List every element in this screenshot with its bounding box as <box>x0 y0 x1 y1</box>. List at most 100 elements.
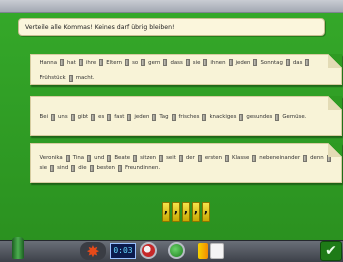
word: es <box>98 114 105 120</box>
comma-drop-slot[interactable] <box>171 113 176 121</box>
sentence-card-1: Hanna hat ihre Eltern so gern dass sie ihnen jede… <box>30 54 342 85</box>
word: uns <box>58 114 68 120</box>
comma-drop-slot[interactable] <box>252 154 257 162</box>
sentence-line: Veronika Tina und Beate sitzen seit der ersten K… <box>37 144 335 173</box>
comma-tile[interactable]: , <box>182 202 190 222</box>
comma-drop-slot[interactable] <box>178 154 183 162</box>
comma-drop-slot[interactable] <box>70 113 75 121</box>
word: jeden <box>134 114 150 120</box>
word: macht. <box>75 75 95 82</box>
word: gibt <box>77 114 89 120</box>
comma-drop-slot[interactable] <box>253 59 258 67</box>
comma-drop-slot[interactable] <box>141 59 146 67</box>
comma-tile[interactable]: , <box>162 202 170 222</box>
word: Bei <box>39 114 49 120</box>
comma-drop-slot[interactable] <box>305 59 310 67</box>
comma-drop-slot[interactable] <box>68 74 73 82</box>
comma-drop-slot[interactable] <box>185 59 190 67</box>
comma-drop-slot[interactable] <box>197 154 202 162</box>
comma-drop-slot[interactable] <box>203 59 208 67</box>
word: nebeneinander <box>259 155 301 161</box>
comma-drop-slot[interactable] <box>225 154 230 162</box>
instruction-text: Verteile alle Kommas! Keines darf übrig … <box>25 24 175 31</box>
comma-drop-slot[interactable] <box>99 59 104 67</box>
comma-drop-slot[interactable] <box>303 154 308 162</box>
comma-drop-slot[interactable] <box>275 113 280 121</box>
word: sie <box>39 165 48 171</box>
pencil-icon[interactable] <box>198 243 208 259</box>
comma-drop-slot[interactable] <box>125 59 130 67</box>
word: ersten <box>204 155 223 161</box>
word: der <box>185 155 195 161</box>
comma-drop-slot[interactable] <box>133 154 138 162</box>
comma-drop-slot[interactable] <box>71 164 76 172</box>
sentence-line: Hanna hat ihre Eltern so gern dass sie ihnen jede… <box>37 55 335 86</box>
word: das <box>292 59 303 66</box>
notepad-icon[interactable] <box>210 243 224 259</box>
word: dass <box>170 59 183 66</box>
word: hat <box>67 59 76 66</box>
comma-drop-slot[interactable] <box>163 59 168 67</box>
comma-drop-slot[interactable] <box>87 154 92 162</box>
word: sind <box>57 165 69 171</box>
comma-drop-slot[interactable] <box>239 113 244 121</box>
word: sie <box>192 59 201 66</box>
star-icon: ✸ <box>86 241 100 261</box>
word: Klasse <box>232 155 250 161</box>
star-button[interactable]: ✸ <box>80 241 106 261</box>
sentence-card-2: Bei uns gibt es fast jeden Tag frisches knackige… <box>30 96 342 136</box>
sentence-line: Bei uns gibt es fast jeden Tag frisches knackige… <box>37 97 335 137</box>
comma-drop-slot[interactable] <box>65 154 70 162</box>
score-display: 0:03 <box>110 243 136 259</box>
check-button[interactable]: ✔ <box>320 241 342 261</box>
word: denn <box>310 155 324 161</box>
comma-drop-slot[interactable] <box>159 154 164 162</box>
word: ihnen <box>210 59 226 66</box>
comma-drop-slot[interactable] <box>51 113 56 121</box>
word: Veronika <box>39 155 63 161</box>
comma-drop-slot[interactable] <box>117 164 122 172</box>
help-button[interactable] <box>140 242 157 259</box>
word: sitzen <box>140 155 157 161</box>
check-icon: ✔ <box>325 243 337 259</box>
word: besten <box>96 165 115 171</box>
word: so <box>132 59 139 66</box>
word: die <box>78 165 87 171</box>
word: Sonntag <box>260 59 283 66</box>
comma-drop-slot[interactable] <box>91 113 96 121</box>
word: fast <box>114 114 125 120</box>
word: knackiges <box>209 114 237 120</box>
word: Freundinnen. <box>124 165 161 171</box>
comma-drop-slot[interactable] <box>107 154 112 162</box>
word: und <box>94 155 105 161</box>
word: ihre <box>85 59 97 66</box>
comma-tray: ,,,,, <box>160 200 212 222</box>
comma-drop-slot[interactable] <box>326 154 331 162</box>
comma-drop-slot[interactable] <box>202 113 207 121</box>
word: Tina <box>72 155 85 161</box>
comma-drop-slot[interactable] <box>127 113 132 121</box>
comma-drop-slot[interactable] <box>60 59 64 67</box>
comma-tile[interactable]: , <box>202 202 210 222</box>
word: jeden <box>235 59 251 66</box>
go-button[interactable] <box>168 242 185 259</box>
comma-tile[interactable]: , <box>192 202 200 222</box>
word: seit <box>166 155 176 161</box>
word: gesundes <box>246 114 273 120</box>
comma-drop-slot[interactable] <box>78 59 83 67</box>
comma-tile[interactable]: , <box>172 202 180 222</box>
comma-drop-slot[interactable] <box>152 113 157 121</box>
comma-drop-slot[interactable] <box>50 164 55 172</box>
word: Beate <box>114 155 131 161</box>
word: Tag <box>159 114 169 120</box>
sentence-card-3: Veronika Tina und Beate sitzen seit der ersten K… <box>30 143 342 183</box>
comma-drop-slot[interactable] <box>89 164 94 172</box>
word: Frühstück <box>39 75 66 82</box>
comma-drop-slot[interactable] <box>285 59 290 67</box>
comma-drop-slot[interactable] <box>228 59 233 67</box>
top-bar <box>0 0 343 13</box>
bottle-icon[interactable] <box>12 237 24 259</box>
instruction-banner: Verteile alle Kommas! Keines darf übrig … <box>18 18 325 36</box>
word: Eltern <box>106 59 123 66</box>
comma-drop-slot[interactable] <box>107 113 112 121</box>
